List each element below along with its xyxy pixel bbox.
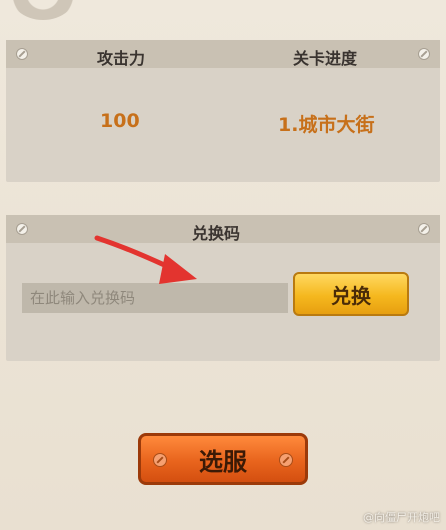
rivet-icon [279, 453, 293, 467]
select-server-button[interactable]: 选服 [138, 433, 308, 485]
level-progress-value: 1.城市大街 [278, 114, 375, 136]
screw-icon [16, 48, 28, 60]
redeem-button-label: 兑换 [331, 283, 371, 308]
rivet-icon [153, 453, 167, 467]
select-server-label: 选服 [199, 447, 247, 476]
attack-value: 100 [100, 110, 140, 132]
redeem-panel-header: 兑换码 [6, 215, 440, 243]
stats-panel-header: 攻击力 关卡进度 [6, 40, 440, 68]
screw-icon [418, 48, 430, 60]
screw-icon [418, 223, 430, 235]
stats-panel: 攻击力 关卡进度 100 1.城市大街 [6, 40, 440, 182]
red-arrow-icon [94, 235, 197, 284]
redeem-panel: 兑换码 兑换 [6, 215, 440, 361]
screw-icon [16, 223, 28, 235]
watermark: @向僵尸开炮吧 [363, 511, 440, 524]
level-progress-label: 关卡进度 [293, 49, 358, 68]
attack-label: 攻击力 [97, 49, 146, 68]
redeem-button[interactable]: 兑换 [293, 272, 409, 316]
gear-decoration-icon [8, 0, 78, 20]
